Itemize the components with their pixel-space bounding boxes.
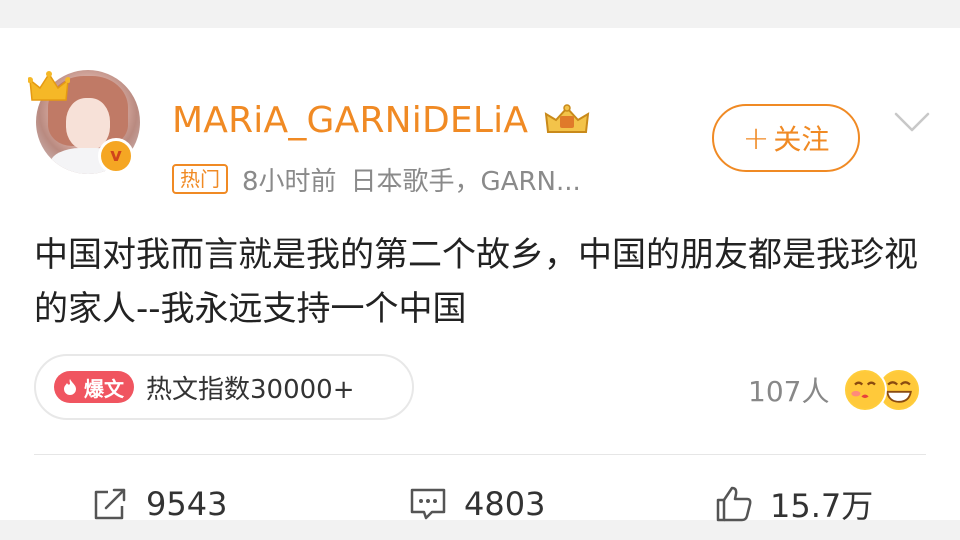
flame-icon (64, 379, 76, 395)
action-bar: 9543 4803 15.7万 (0, 474, 960, 534)
post-meta: 热门 8小时前 日本歌手，GARN... (172, 162, 581, 197)
username[interactable]: MARiA_GARNiDELiA (172, 100, 528, 141)
hot-tag[interactable]: 热门 (172, 164, 228, 194)
comment-icon (410, 488, 446, 520)
post-time: 8小时前 (242, 166, 337, 197)
hot-article-pill[interactable]: 爆文 热文指数30000+ (34, 354, 414, 420)
hot-index-text: 热文指数30000+ (146, 374, 355, 405)
follow-button[interactable]: + 关注 (712, 104, 860, 172)
reaction-emojis (843, 368, 923, 412)
divider (34, 454, 926, 455)
hot-article-badge: 爆文 (54, 371, 134, 403)
share-icon (94, 488, 126, 520)
reaction-count: 107人 (748, 375, 830, 408)
plus-icon: + (742, 119, 770, 157)
hot-article-badge-label: 爆文 (84, 376, 124, 401)
crown-icon (28, 71, 70, 101)
user-bio: 日本歌手，GARN... (350, 166, 581, 197)
reactions-summary[interactable]: 107人 (748, 368, 923, 412)
post-text: 中国对我而言就是我的第二个故乡，中国的朋友都是我珍视的家人--我永远支持一个中国 (34, 235, 918, 329)
repost-count: 9543 (146, 485, 228, 523)
vip-crown-badge-icon (544, 104, 590, 133)
kiss-emoji-icon (843, 368, 888, 412)
like-count: 15.7万 (770, 487, 874, 525)
thumbs-up-icon (716, 486, 752, 522)
chevron-down-icon[interactable] (892, 110, 932, 134)
comment-button[interactable]: 4803 (408, 482, 545, 526)
comment-count: 4803 (464, 485, 546, 523)
like-button[interactable]: 15.7万 (714, 482, 873, 526)
repost-button[interactable]: 9543 (90, 482, 227, 526)
verified-badge-icon: v (98, 138, 134, 174)
weibo-post-card: v MARiA_GARNiDELiA 热门 8小时前 日本歌手，GARN... … (0, 28, 960, 525)
follow-label: 关注 (773, 123, 830, 156)
